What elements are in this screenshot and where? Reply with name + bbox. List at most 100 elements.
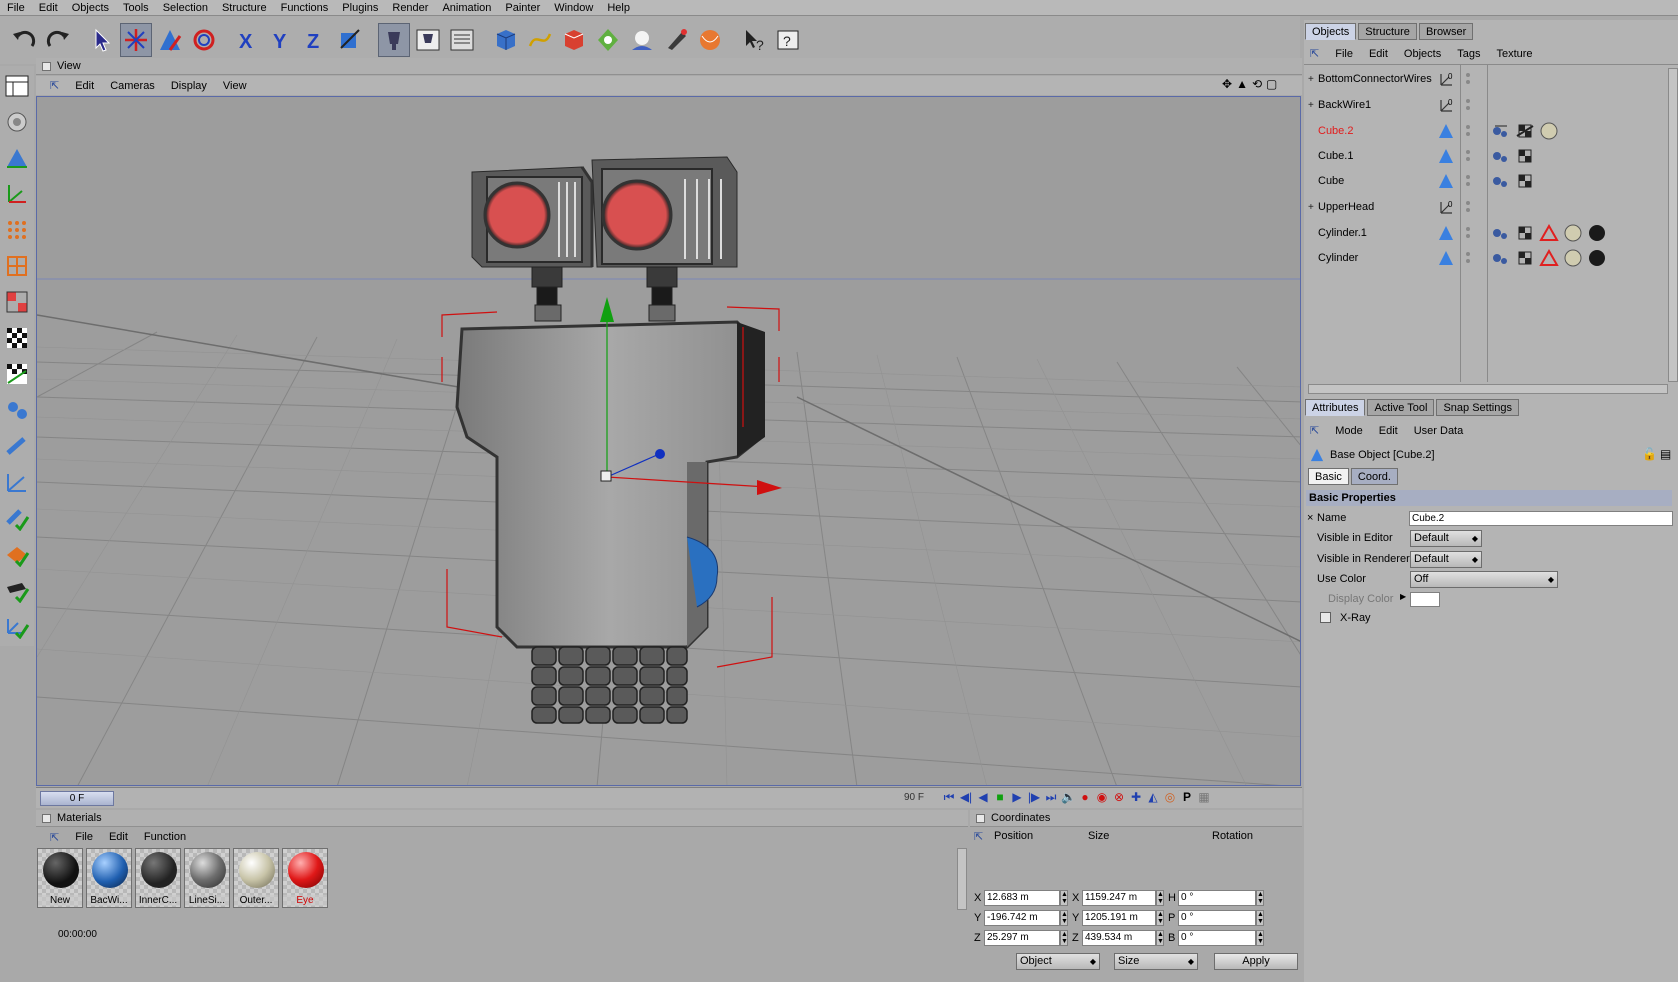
points-mode-icon[interactable] [2,214,32,246]
display-color-swatch[interactable] [1410,592,1440,607]
3d-viewport[interactable] [36,96,1301,786]
rotation-b-stepper[interactable]: ▲ ▼ [1256,930,1264,946]
phong-tag-icon[interactable] [1491,224,1511,242]
next-key-icon[interactable]: |▶ [1027,790,1041,804]
panel-grip-icon[interactable] [42,813,51,823]
position-x-stepper[interactable]: ▲ ▼ [1060,890,1068,906]
coordinates-handle-icon[interactable]: ⇱ [974,830,983,843]
size-z-stepper[interactable]: ▲ ▼ [1156,930,1164,946]
edges-mode-icon[interactable] [2,250,32,282]
maximize-view-icon[interactable]: ▢ [1266,77,1277,91]
texture-mode-icon[interactable] [2,322,32,354]
attribute-manager-handle-icon[interactable]: ⇱ [1310,424,1319,437]
play-icon[interactable]: ▶ [1010,790,1024,804]
menu-render[interactable]: Render [385,2,435,14]
materials-menu-function[interactable]: Function [136,831,194,843]
menu-file[interactable]: File [0,2,32,14]
objects-menu-file[interactable]: File [1335,48,1353,60]
spline-pen-icon[interactable] [524,23,556,57]
tab-browser[interactable]: Browser [1418,23,1474,40]
help-manual-icon[interactable]: ? [772,23,804,57]
texture-axis-mode-icon[interactable] [2,358,32,390]
visibility-dots-icon[interactable] [1465,149,1471,163]
phong-tag-icon[interactable] [1491,172,1511,190]
subtab-coord[interactable]: Coord. [1350,468,1398,485]
new-panel-icon[interactable]: ▤ [1660,447,1671,461]
zoom-view-icon[interactable]: ▲ [1236,77,1248,91]
subtab-basic[interactable]: Basic [1308,468,1349,485]
material-swatch[interactable]: BacWi... [86,848,132,908]
coordinate-mode-select[interactable]: Object ◆ [1016,953,1100,970]
expand-icon[interactable]: + [1308,100,1314,111]
z-axis-lock-icon[interactable]: Z [300,23,332,57]
layout-icon[interactable] [2,70,32,102]
workplane-icon[interactable] [2,538,32,570]
tweak-mode-icon[interactable] [2,466,32,498]
size-x-stepper[interactable]: ▲ ▼ [1156,890,1164,906]
snap-mode-icon[interactable] [2,502,32,534]
nurbs-icon[interactable] [558,23,590,57]
expand-icon[interactable]: + [1308,202,1314,213]
object-mode-icon[interactable] [2,142,32,174]
phong-tag-icon[interactable] [1491,249,1511,267]
menu-tools[interactable]: Tools [116,2,156,14]
uvw-tag-icon[interactable] [1515,172,1535,190]
tab-snap-settings[interactable]: Snap Settings [1436,399,1519,416]
object-row[interactable]: Cube [1308,172,1668,192]
visibility-dots-icon[interactable] [1465,98,1471,112]
visible-in-editor-select[interactable]: Default ◆ [1410,530,1482,547]
x-axis-lock-icon[interactable]: X [232,23,264,57]
tab-active-tool[interactable]: Active Tool [1367,399,1435,416]
visibility-dots-icon[interactable] [1465,174,1471,188]
name-input[interactable]: Cube.2 [1409,511,1673,526]
rotation-p-field[interactable]: 0 ° [1178,910,1256,926]
objects-menu-edit[interactable]: Edit [1369,48,1388,60]
phong-tag-icon[interactable] [1491,147,1511,165]
attributes-menu-mode[interactable]: Mode [1335,425,1363,437]
position-key-icon[interactable]: ✚ [1129,790,1143,804]
size-z-field[interactable]: 439.534 m [1082,930,1156,946]
stop-icon[interactable]: ■ [993,790,1007,804]
model-mode-icon[interactable] [2,106,32,138]
cube-primitive-icon[interactable] [490,23,522,57]
objects-menu-texture[interactable]: Texture [1496,48,1532,60]
view-menu-cameras[interactable]: Cameras [102,80,163,92]
warning-tag-icon[interactable] [1539,224,1559,242]
scene-light-icon[interactable] [626,23,658,57]
use-color-select[interactable]: Off ◆ [1410,571,1558,588]
locked-workplane-icon[interactable] [2,574,32,606]
sound-icon[interactable]: 🔈 [1061,790,1076,804]
phong-tag-icon[interactable] [1491,122,1511,140]
visibility-dots-icon[interactable] [1465,226,1471,240]
keyframe-selection-icon[interactable]: ⊗ [1112,790,1126,804]
previous-frame-icon[interactable]: ◀ [976,790,990,804]
material-tag-icon[interactable] [1563,249,1583,267]
point-level-key-icon[interactable]: ▦ [1197,790,1211,804]
object-row[interactable]: Cylinder.1 [1308,224,1668,244]
object-row[interactable]: + UpperHead 0 [1308,198,1668,218]
view-menu-view[interactable]: View [215,80,255,92]
material-tag-icon[interactable] [1563,224,1583,242]
position-y-field[interactable]: -196.742 m [984,910,1060,926]
menu-painter[interactable]: Painter [498,2,547,14]
environment-icon[interactable] [694,23,726,57]
visibility-dots-icon[interactable] [1465,124,1471,138]
position-z-stepper[interactable]: ▲ ▼ [1060,930,1068,946]
position-y-stepper[interactable]: ▲ ▼ [1060,910,1068,926]
tab-attributes[interactable]: Attributes [1305,399,1366,416]
tab-objects[interactable]: Objects [1305,23,1357,40]
parameter-key-icon[interactable]: P [1180,790,1194,804]
object-row[interactable]: Cylinder [1308,249,1668,269]
object-row-selected[interactable]: Cube.2 [1308,122,1668,142]
context-help-icon[interactable]: ? [738,23,770,57]
object-manager-handle-icon[interactable]: ⇱ [1310,47,1319,60]
material-swatch[interactable]: Outer... [233,848,279,908]
uvw-tag-icon[interactable] [1515,224,1535,242]
animation-off-icon[interactable]: × [1307,512,1313,524]
menu-edit[interactable]: Edit [32,2,65,14]
size-mode-select[interactable]: Size ◆ [1114,953,1198,970]
previous-key-icon[interactable]: ◀| [959,790,973,804]
axis-mode-icon[interactable] [2,178,32,210]
scale-tool-icon[interactable] [154,23,186,57]
move-tool-icon[interactable] [120,23,152,57]
